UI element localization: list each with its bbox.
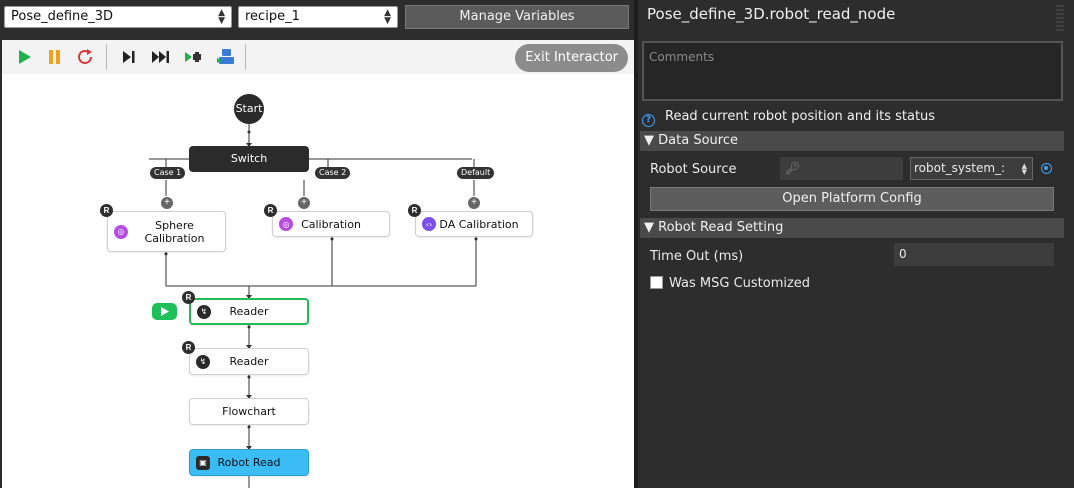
timeout-input[interactable]: 0 xyxy=(894,243,1054,266)
recipe-select-value: recipe_1 xyxy=(245,9,300,24)
was-msg-customized-label: Was MSG Customized xyxy=(669,276,811,291)
node-label: Calibration xyxy=(301,217,361,231)
robot-source-select[interactable]: robot_system_: ▲ ▼ xyxy=(910,157,1033,180)
select-arrows-icon: ▲ ▼ xyxy=(218,8,225,26)
node-label: Reader xyxy=(229,305,269,318)
node-label: Sphere Calibration xyxy=(144,218,205,245)
add-node-plus-icon[interactable]: + xyxy=(468,197,480,209)
add-node-plus-icon[interactable]: + xyxy=(298,197,310,209)
code-icon: ‹› xyxy=(422,217,436,231)
switch-node[interactable]: Switch xyxy=(189,146,309,172)
calibration-icon: ◎ xyxy=(279,217,293,231)
reader-node-active[interactable]: ↯ Reader xyxy=(189,298,309,325)
robot-source-radio[interactable] xyxy=(1041,163,1052,174)
flowchart-connectors xyxy=(149,124,478,488)
calibration-icon: ◎ xyxy=(114,224,128,239)
running-indicator xyxy=(152,303,177,320)
reader-icon: ↯ xyxy=(197,304,211,319)
reader-icon: ↯ xyxy=(196,354,210,369)
graph-select[interactable]: Pose_define_3D ▲ ▼ xyxy=(4,6,232,28)
section-title: Robot Read Setting xyxy=(658,220,784,235)
robot-source-value: robot_system_: xyxy=(914,161,1006,175)
robot-read-node[interactable]: ▣ Robot Read xyxy=(189,449,309,476)
node-description: ? Read current robot position and its sta… xyxy=(642,109,935,127)
node-label: Robot Read xyxy=(217,456,281,469)
case-tag: Default xyxy=(457,167,495,179)
reader-node[interactable]: ↯ Reader xyxy=(189,348,309,375)
select-arrows-icon: ▲ ▼ xyxy=(1021,162,1027,176)
description-text: Read current robot position and its stat… xyxy=(665,109,936,124)
flowchart-canvas[interactable]: Exit Interactor Start Switch Case 1 Case… xyxy=(2,40,634,488)
robot-source-key-field[interactable]: 🔑︎ xyxy=(780,157,903,180)
collapse-triangle-icon: ▼ xyxy=(644,220,654,235)
sphere-calibration-node[interactable]: ◎ Sphere Calibration xyxy=(107,211,226,252)
calibration-node[interactable]: ◎ Calibration xyxy=(272,211,390,237)
manage-variables-button[interactable]: Manage Variables xyxy=(405,5,629,29)
robot-read-icon: ▣ xyxy=(196,455,210,470)
case-tag: Case 2 xyxy=(315,167,351,179)
r-badge: R xyxy=(100,204,113,217)
pane-splitter[interactable] xyxy=(634,0,638,488)
r-badge: R xyxy=(264,204,277,217)
start-node[interactable]: Start xyxy=(234,94,264,124)
panel-grip-icon[interactable] xyxy=(1055,2,1065,36)
comments-placeholder: Comments xyxy=(649,50,715,64)
r-badge: R xyxy=(182,291,195,304)
was-msg-customized-checkbox[interactable] xyxy=(650,276,663,289)
node-label: Reader xyxy=(229,355,269,368)
recipe-select[interactable]: recipe_1 ▲ ▼ xyxy=(238,6,398,28)
key-icon: 🔑︎ xyxy=(785,161,801,175)
open-platform-config-button[interactable]: Open Platform Config xyxy=(650,187,1054,211)
da-calibration-node[interactable]: ‹› DA Calibration xyxy=(415,211,533,237)
properties-title: Pose_define_3D.robot_read_node xyxy=(647,5,896,23)
robot-source-label: Robot Source xyxy=(650,162,737,177)
node-label: DA Calibration xyxy=(439,217,519,231)
r-badge: R xyxy=(408,204,421,217)
flowchart-node[interactable]: Flowchart xyxy=(189,398,309,425)
help-icon[interactable]: ? xyxy=(642,114,655,127)
graph-select-value: Pose_define_3D xyxy=(11,9,114,24)
comments-field[interactable]: Comments xyxy=(642,41,1063,101)
collapse-triangle-icon: ▼ xyxy=(644,133,654,148)
timeout-value: 0 xyxy=(899,247,907,261)
data-source-section-header[interactable]: ▼ Data Source xyxy=(640,131,1064,151)
select-arrows-icon: ▲ ▼ xyxy=(384,8,391,26)
add-node-plus-icon[interactable]: + xyxy=(161,197,173,209)
timeout-label: Time Out (ms) xyxy=(650,249,744,264)
section-title: Data Source xyxy=(658,133,738,148)
r-badge: R xyxy=(182,341,195,354)
robot-read-setting-section-header[interactable]: ▼ Robot Read Setting xyxy=(640,218,1064,238)
case-tag: Case 1 xyxy=(150,167,186,179)
node-label: Flowchart xyxy=(222,405,276,418)
app-window: Pose_define_3D ▲ ▼ recipe_1 ▲ ▼ Manage Var… xyxy=(0,0,1074,488)
